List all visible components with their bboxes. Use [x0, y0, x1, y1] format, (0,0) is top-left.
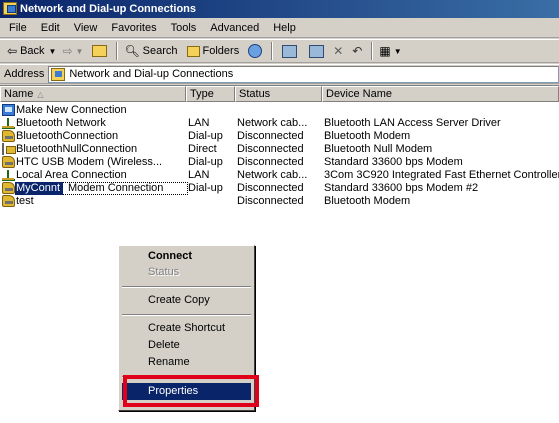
column-header-type[interactable]: Type: [186, 86, 235, 102]
window-title: Network and Dial-up Connections: [20, 3, 197, 15]
lan-icon: [2, 117, 15, 129]
menu-item-delete[interactable]: Delete: [122, 337, 251, 354]
folders-button[interactable]: Folders: [181, 41, 243, 61]
menu-separator: [122, 286, 251, 288]
search-icon: 🔍︎: [124, 44, 140, 58]
address-field[interactable]: Network and Dial-up Connections: [48, 65, 559, 83]
menu-advanced[interactable]: Advanced: [203, 18, 266, 38]
undo-button[interactable]: ↶: [349, 41, 368, 61]
list-item[interactable]: BluetoothConnection Dial-up Disconnected…: [0, 130, 559, 143]
list-item[interactable]: Bluetooth Network LAN Network cab... Blu…: [0, 117, 559, 130]
address-value: Network and Dial-up Connections: [69, 68, 234, 80]
new-connection-icon: [2, 104, 15, 116]
menu-help[interactable]: Help: [266, 18, 303, 38]
selected-name: MyConnt: [15, 182, 64, 195]
menu-item-create-shortcut[interactable]: Create Shortcut: [122, 320, 251, 337]
modem-icon: [2, 130, 15, 142]
menu-separator: [122, 314, 251, 316]
dropdown-arrow-icon: ▼: [48, 46, 57, 56]
dropdown-arrow-icon: ▼: [393, 46, 402, 56]
menu-file[interactable]: File: [2, 18, 34, 38]
list-item-selected[interactable]: MyConnt Modem Connection Dial-up Disconn…: [0, 182, 559, 195]
toolbar: ⇦ Back ▼ ⇨ ▼ 🔍︎ Search Folders ✕ ↶ ▦ ▼: [0, 39, 559, 63]
menu-bar: File Edit View Favorites Tools Advanced …: [0, 18, 559, 38]
modem-icon: [2, 182, 15, 194]
list-header: Name △ Type Status Device Name: [0, 86, 559, 102]
up-folder-icon: [92, 45, 108, 57]
list-item[interactable]: HTC USB Modem (Wireless... Dial-up Disco…: [0, 156, 559, 169]
undo-icon: ↶: [352, 44, 363, 58]
null-modem-icon: [2, 143, 16, 155]
history-icon: [248, 44, 263, 58]
views-button[interactable]: ▦ ▼: [376, 41, 404, 61]
address-label: Address: [4, 68, 45, 80]
copy-to-button[interactable]: [303, 41, 330, 61]
search-button[interactable]: 🔍︎ Search: [121, 41, 180, 61]
address-bar: Address Network and Dial-up Connections: [0, 64, 559, 84]
modem-icon: [2, 195, 15, 207]
menu-edit[interactable]: Edit: [34, 18, 67, 38]
menu-favorites[interactable]: Favorites: [104, 18, 163, 38]
delete-button[interactable]: ✕: [330, 41, 349, 61]
highlight-annotation-box: [123, 375, 259, 407]
menu-tools[interactable]: Tools: [164, 18, 204, 38]
back-button[interactable]: ⇦ Back ▼: [4, 41, 59, 61]
views-icon: ▦: [379, 44, 391, 58]
toolbar-separator: [371, 42, 374, 60]
copy-to-icon: [309, 44, 325, 58]
menu-item-connect[interactable]: Connect: [122, 248, 251, 265]
column-header-status[interactable]: Status: [235, 86, 322, 102]
menu-view[interactable]: View: [67, 18, 105, 38]
title-bar[interactable]: Network and Dial-up Connections: [0, 0, 559, 18]
modem-icon: [2, 156, 15, 168]
back-arrow-icon: ⇦: [7, 44, 18, 58]
move-to-button[interactable]: [276, 41, 303, 61]
list-item[interactable]: test Disconnected Bluetooth Modem: [0, 195, 559, 208]
list-item[interactable]: BluetoothNullConnection Direct Disconnec…: [0, 143, 559, 156]
lan-icon: [2, 169, 15, 181]
sort-ascending-icon: △: [37, 90, 44, 99]
network-folder-icon: [3, 2, 17, 15]
up-folder-button[interactable]: [86, 41, 113, 61]
network-folder-icon: [51, 67, 66, 81]
menu-item-rename[interactable]: Rename: [122, 354, 251, 371]
move-to-icon: [282, 44, 298, 58]
delete-icon: ✕: [333, 44, 344, 58]
explorer-window: Network and Dial-up Connections File Edi…: [0, 0, 559, 423]
column-header-device[interactable]: Device Name: [322, 86, 559, 102]
connections-list: Name △ Type Status Device Name Make New C…: [0, 85, 559, 423]
history-button[interactable]: [242, 41, 268, 61]
list-item[interactable]: Make New Connection: [0, 104, 559, 117]
toolbar-separator: [271, 42, 274, 60]
dropdown-arrow-icon: ▼: [75, 46, 84, 56]
list-item[interactable]: Local Area Connection LAN Network cab...…: [0, 169, 559, 182]
folders-icon: [186, 45, 200, 57]
toolbar-separator: [116, 42, 119, 60]
column-header-name[interactable]: Name △: [0, 86, 186, 102]
menu-item-create-copy[interactable]: Create Copy: [122, 292, 251, 309]
forward-arrow-icon: ⇨: [62, 44, 73, 58]
menu-item-status: Status: [148, 266, 180, 278]
forward-button[interactable]: ⇨ ▼: [59, 41, 86, 61]
